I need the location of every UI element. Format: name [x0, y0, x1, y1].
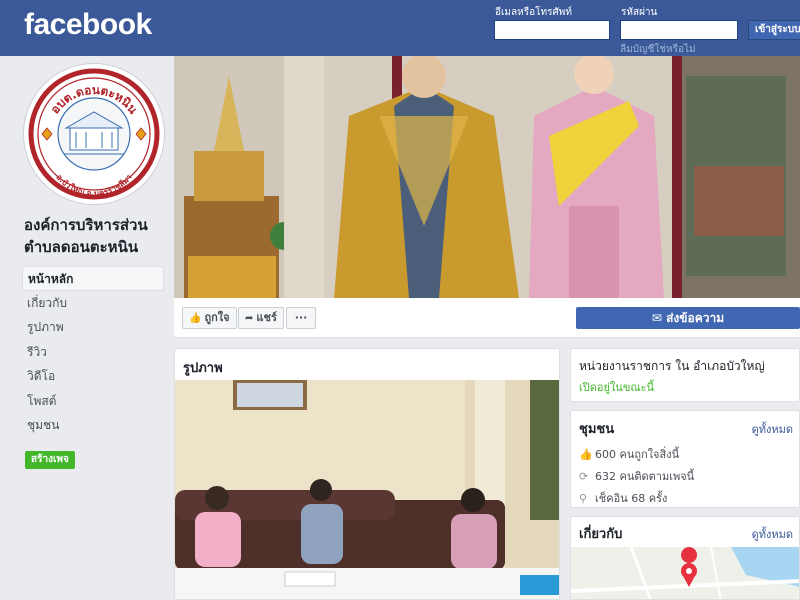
thumbs-up-icon: 👍	[579, 448, 593, 461]
page-category[interactable]: หน่วยงานราชการ ใน อำเภอบัวใหญ่	[579, 357, 765, 376]
sidebar-item-photos[interactable]: รูปภาพ	[22, 315, 164, 340]
more-options-button[interactable]: ···	[286, 307, 316, 329]
community-card-title[interactable]: ชุมชน	[579, 418, 614, 439]
cover-photo-image	[174, 56, 800, 298]
thumbs-up-icon: 👍	[189, 313, 202, 324]
location-map[interactable]	[571, 547, 800, 600]
about-card-title[interactable]: เกี่ยวกับ	[579, 523, 622, 544]
checkins-count: ⚲ เช็คอิน 68 ครั้ง	[579, 492, 668, 505]
sidebar-item-community[interactable]: ชุมชน	[22, 413, 164, 438]
about-see-all-link[interactable]: ดูทั้งหมด	[752, 525, 793, 543]
like-button[interactable]: 👍 ถูกใจ	[182, 307, 237, 329]
sidebar-item-home[interactable]: หน้าหลัก	[22, 266, 164, 291]
page-title[interactable]: องค์การบริหารส่วนตำบลดอนตะหนิน	[24, 214, 174, 258]
photos-card: รูปภาพ	[174, 348, 560, 600]
email-field[interactable]	[494, 20, 610, 40]
login-button[interactable]: เข้าสู่ระบบ	[748, 20, 800, 40]
sidebar-item-videos[interactable]: วิดีโอ	[22, 364, 164, 389]
sidebar-item-posts[interactable]: โพสต์	[22, 389, 164, 414]
messenger-icon: ✉	[651, 311, 662, 325]
page-info-card: หน่วยงานราชการ ใน อำเภอบัวใหญ่ เปิดอยู่ใ…	[570, 348, 800, 402]
facebook-logo[interactable]: facebook	[24, 8, 152, 42]
followers-count: ⟳ 632 คนติดตามเพจนี้	[579, 470, 695, 483]
open-status: เปิดอยู่ในขณะนี้	[579, 381, 654, 394]
page-side-nav: หน้าหลัก เกี่ยวกับ รูปภาพ รีวิว วิดีโอ โ…	[22, 266, 164, 438]
photos-card-title[interactable]: รูปภาพ	[183, 357, 223, 378]
page-profile-picture[interactable]: อบต.ดอนตะหนิน อ.บัวใหญ่ จ.นครราชสีมา	[24, 64, 164, 204]
password-label: รหัสผ่าน	[621, 7, 658, 18]
email-label: อีเมลหรือโทรศัพท์	[495, 7, 572, 18]
create-page-button[interactable]: สร้างเพจ	[25, 451, 75, 469]
page-action-bar: 👍 ถูกใจ ➦ แชร์ ··· ✉ ส่งข้อความ	[174, 298, 800, 338]
likes-count: 👍 600 คนถูกใจสิ่งนี้	[579, 448, 680, 461]
community-card: ชุมชน ดูทั้งหมด 👍 600 คนถูกใจสิ่งนี้ ⟳ 632…	[570, 410, 800, 508]
password-field[interactable]	[620, 20, 738, 40]
top-bar: facebook อีเมลหรือโทรศัพท์ รหัสผ่าน เข้า…	[0, 0, 800, 56]
sidebar-item-about[interactable]: เกี่ยวกับ	[22, 291, 164, 316]
community-see-all-link[interactable]: ดูทั้งหมด	[752, 420, 793, 438]
share-button[interactable]: ➦ แชร์	[238, 307, 284, 329]
office-meeting-photo[interactable]	[175, 380, 560, 600]
follow-icon: ⟳	[579, 470, 589, 483]
share-arrow-icon: ➦	[245, 313, 254, 324]
sidebar-item-reviews[interactable]: รีวิว	[22, 340, 164, 365]
forgot-account-link[interactable]: ลืมบัญชีใช่หรือไม่	[620, 42, 696, 57]
send-message-button[interactable]: ✉ ส่งข้อความ	[576, 307, 800, 329]
page-logo-seal: อบต.ดอนตะหนิน อ.บัวใหญ่ จ.นครราชสีมา	[28, 68, 160, 200]
cover-photo[interactable]	[174, 56, 800, 298]
location-pin-icon: ⚲	[579, 492, 588, 505]
about-card: เกี่ยวกับ ดูทั้งหมด	[570, 516, 800, 600]
